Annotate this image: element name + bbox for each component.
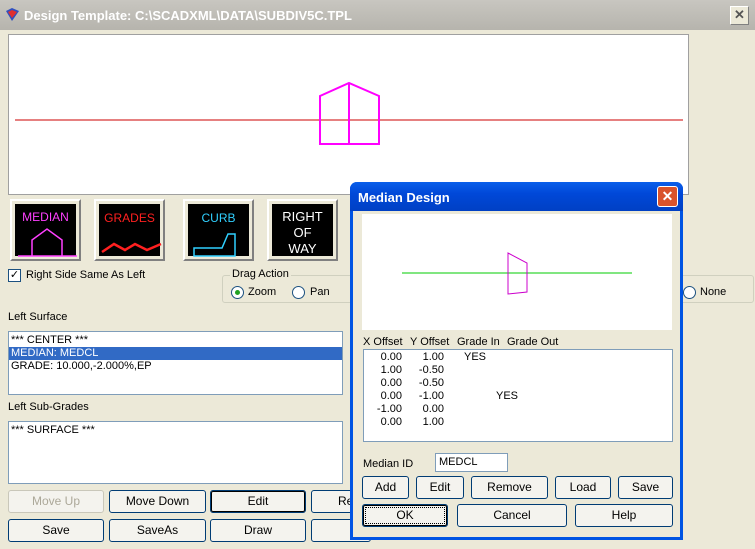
dialog-close-button[interactable]: ✕	[657, 186, 678, 207]
table-row[interactable]: 0.00 -0.50	[364, 377, 664, 390]
cell-grade-out	[496, 377, 536, 390]
load-median-button[interactable]: Load	[555, 476, 611, 499]
col-header-grade-out: Grade Out	[507, 336, 559, 348]
cell-x: 1.00	[380, 364, 402, 376]
cell-x: -1.00	[376, 403, 402, 415]
cell-grade-out	[496, 403, 536, 416]
save-button[interactable]: Save	[8, 519, 104, 542]
col-header-x-offset: X Offset	[363, 336, 403, 348]
cancel-button[interactable]: Cancel	[457, 504, 567, 527]
col-header-y-offset: Y Offset	[410, 336, 450, 348]
median-design-dialog: Median Design ✕ X Offset Y Offset Grade …	[350, 182, 683, 540]
edit-point-button[interactable]: Edit	[416, 476, 464, 499]
median-id-label: Median ID	[363, 458, 414, 470]
ok-button[interactable]: OK	[362, 504, 448, 527]
template-preview[interactable]	[8, 34, 689, 195]
cell-y: 0.00	[422, 403, 444, 415]
list-item[interactable]: GRADE: 10.000,-2.000%,EP	[9, 360, 342, 373]
table-row[interactable]: -1.00 0.00	[364, 403, 664, 416]
pan-radio[interactable]	[292, 286, 305, 299]
dialog-titlebar[interactable]: Median Design ✕	[350, 182, 683, 211]
drag-action-legend: Drag Action	[230, 268, 291, 280]
window-titlebar[interactable]: Design Template: C:\SCADXML\DATA\SUBDIV5…	[0, 0, 755, 30]
median-toolbar-button[interactable]: MEDIAN	[10, 199, 81, 261]
left-subgrades-list[interactable]: *** SURFACE ***	[8, 421, 343, 484]
curb-toolbar-button[interactable]: CURB	[183, 199, 254, 261]
cell-y: 1.00	[422, 351, 444, 363]
curb-icon	[193, 233, 236, 257]
cell-y: 1.00	[422, 416, 444, 428]
pan-radio-label: Pan	[310, 286, 330, 298]
window-title: Design Template: C:\SCADXML\DATA\SUBDIV5…	[24, 8, 352, 23]
cell-grade-out	[496, 351, 536, 364]
template-preview-drawing	[15, 81, 683, 145]
app-icon	[6, 8, 19, 21]
cell-x: 0.00	[380, 416, 402, 428]
median-id-input[interactable]: MEDCL	[435, 453, 508, 472]
cell-x: 0.00	[380, 390, 402, 402]
right-side-same-label: Right Side Same As Left	[26, 269, 146, 281]
left-surface-list[interactable]: *** CENTER *** MEDIAN: MEDCL GRADE: 10.0…	[8, 331, 343, 395]
table-row[interactable]: 0.00 1.00	[364, 416, 664, 429]
median-icon	[18, 228, 77, 257]
zoom-radio[interactable]	[231, 286, 244, 299]
none-radio[interactable]	[683, 286, 696, 299]
dialog-title: Median Design	[358, 190, 450, 205]
left-surface-label: Left Surface	[8, 311, 68, 323]
cell-grade-out: YES	[496, 390, 519, 402]
zoom-radio-label: Zoom	[248, 286, 277, 298]
list-item[interactable]: MEDIAN: MEDCL	[9, 347, 342, 360]
list-item[interactable]: *** CENTER ***	[9, 334, 342, 347]
cell-grade-out	[496, 364, 536, 377]
list-item[interactable]: *** SURFACE ***	[9, 424, 342, 437]
col-header-grade-in: Grade In	[457, 336, 500, 348]
cell-grade-out	[496, 416, 536, 429]
median-preview[interactable]	[362, 214, 672, 330]
table-row[interactable]: 0.00 -1.00 YES	[364, 390, 664, 403]
row-label-line-3: WAY	[288, 241, 317, 256]
move-down-button[interactable]: Move Down	[109, 490, 206, 513]
window-close-button[interactable]: ✕	[730, 6, 749, 25]
move-up-button[interactable]: Move Up	[8, 490, 104, 513]
right-of-way-toolbar-button[interactable]: RIGHT OF WAY	[267, 199, 338, 261]
cell-y: -0.50	[418, 364, 444, 376]
grades-icon	[101, 242, 162, 254]
edit-button[interactable]: Edit	[210, 490, 306, 513]
help-button[interactable]: Help	[575, 504, 673, 527]
add-point-button[interactable]: Add	[362, 476, 409, 499]
cell-y: -0.50	[418, 377, 444, 389]
cell-x: 0.00	[380, 377, 402, 389]
none-radio-label: None	[700, 286, 727, 298]
save-as-button[interactable]: SaveAs	[109, 519, 206, 542]
row-label-line-1: RIGHT	[282, 209, 323, 224]
cell-y: -1.00	[418, 390, 444, 402]
row-label-line-2: OF	[293, 225, 312, 240]
median-points-list[interactable]: 0.00 1.00 YES 1.00 -0.50 0.00 -0.50 0.00…	[363, 349, 673, 442]
remove-point-button[interactable]: Remove	[471, 476, 548, 499]
right-side-same-checkbox[interactable]: ✓	[8, 269, 21, 282]
median-preview-drawing	[402, 252, 632, 295]
table-row[interactable]: 1.00 -0.50	[364, 364, 664, 377]
cell-x: 0.00	[380, 351, 402, 363]
save-median-button[interactable]: Save	[618, 476, 673, 499]
table-row[interactable]: 0.00 1.00 YES	[364, 351, 664, 364]
grades-toolbar-button[interactable]: GRADES	[94, 199, 165, 261]
left-subgrades-label: Left Sub-Grades	[8, 401, 89, 413]
draw-button[interactable]: Draw	[210, 519, 306, 542]
